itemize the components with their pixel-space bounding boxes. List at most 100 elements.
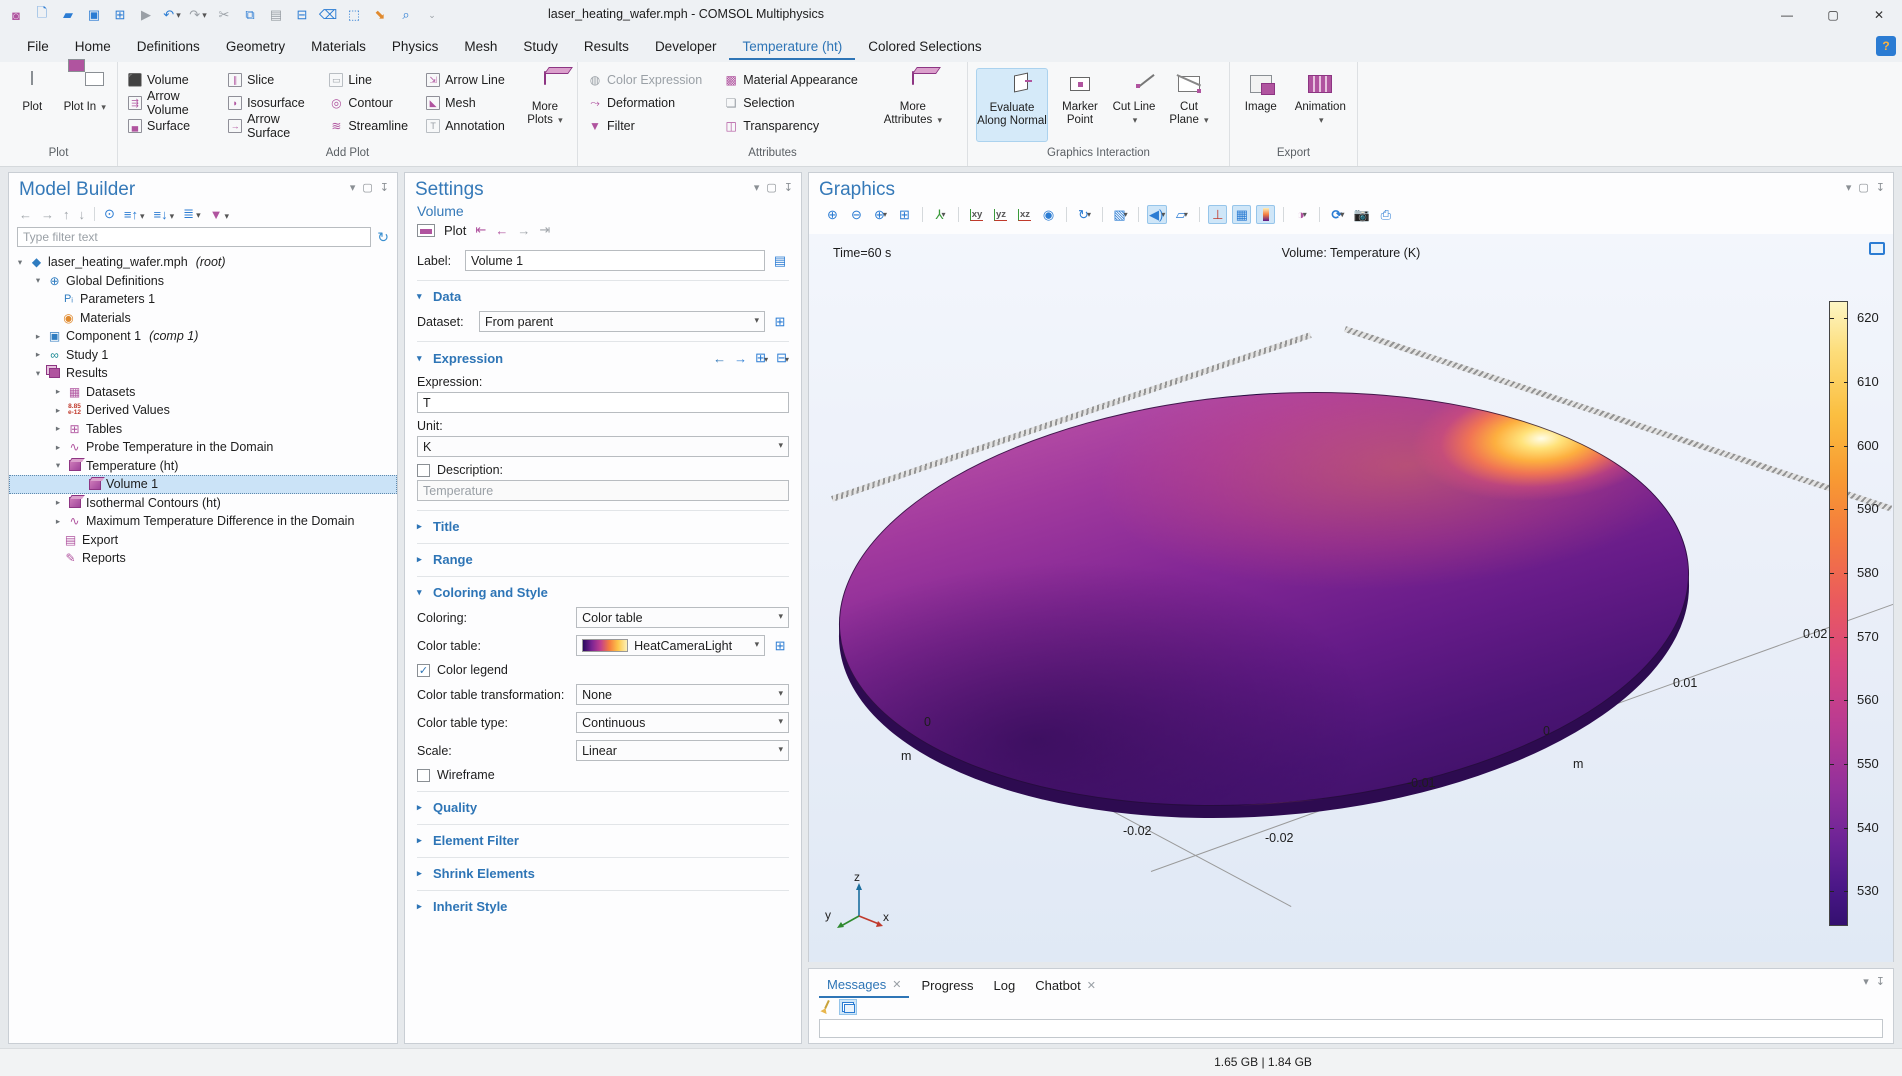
section-coloring-and-style[interactable]: ▾Coloring and Style	[417, 585, 789, 600]
attr-material-appearance[interactable]: ▩Material Appearance	[722, 70, 864, 90]
messages-output-area[interactable]	[819, 1019, 1883, 1038]
marker-point-button[interactable]: Marker Point	[1056, 68, 1104, 142]
section-title[interactable]: ▸Title	[417, 519, 789, 534]
tree-item-results[interactable]: ▾ Results	[9, 364, 397, 383]
refresh-icon[interactable]: ↻	[377, 229, 389, 246]
add-plot-arrow-surface[interactable]: →Arrow Surface	[226, 116, 317, 136]
expr-unit-icon[interactable]: ⊟▾	[776, 350, 789, 366]
transparency-toggle-icon[interactable]: ▱▾	[1172, 205, 1191, 224]
tab-log[interactable]: Log	[986, 974, 1024, 997]
brush-select-icon[interactable]: ⬊	[372, 7, 388, 23]
more-plots-button[interactable]: More Plots ▾	[521, 68, 569, 142]
unit-select[interactable]: K	[417, 436, 789, 457]
add-plot-slice[interactable]: ∥Slice	[226, 70, 317, 90]
chevron-right-icon[interactable]: ▸	[53, 497, 63, 508]
snapshot-icon[interactable]: 📷	[1352, 205, 1371, 224]
add-plot-mesh[interactable]: ◣Mesh	[424, 93, 511, 113]
move-up-icon[interactable]: ↑	[63, 207, 70, 222]
delete-icon[interactable]: ⌫	[320, 7, 336, 23]
scene-appearance-icon[interactable]: ▧▾	[1111, 205, 1130, 224]
expand-all-icon[interactable]: ≡↓▾	[154, 207, 175, 222]
panel-menu-icon[interactable]: ▾	[1846, 181, 1852, 194]
color-table-transformation-select[interactable]: None	[576, 684, 789, 705]
save-icon[interactable]: ▣	[86, 7, 102, 23]
float-panel-icon[interactable]: ▢	[362, 181, 372, 194]
attr-deformation[interactable]: ⤳Deformation	[586, 93, 708, 113]
chevron-right-icon[interactable]: ▸	[33, 349, 43, 360]
save-as-icon[interactable]: ⊞	[112, 7, 128, 23]
camera-projection-icon[interactable]: ◉	[1039, 205, 1058, 224]
dataset-settings-icon[interactable]: ⊞	[771, 313, 789, 331]
tree-item-temperature-ht[interactable]: ▾ Temperature (ht)	[9, 457, 397, 476]
plot-canvas[interactable]: Time=60 s Volume: Temperature (K) 0.02 0…	[809, 234, 1893, 962]
chevron-down-icon[interactable]: ▾	[53, 460, 63, 471]
qat-customize-icon[interactable]: ⌄	[424, 7, 440, 23]
close-tab-icon[interactable]: ✕	[892, 978, 901, 991]
tab-temperature-ht[interactable]: Temperature (ht)	[729, 33, 855, 60]
tab-materials[interactable]: Materials	[298, 33, 379, 60]
paste-icon[interactable]: ▤	[268, 7, 284, 23]
tree-item-component[interactable]: ▸ ▣ Component 1(comp 1)	[9, 327, 397, 346]
coloring-select[interactable]: Color table	[576, 607, 789, 628]
section-shrink-elements[interactable]: ▸Shrink Elements	[417, 866, 789, 881]
tree-item-global-definitions[interactable]: ▾ ⊕ Global Definitions	[9, 272, 397, 291]
tree-item-parameters[interactable]: Pᵢ Parameters 1	[9, 290, 397, 309]
pin-panel-icon[interactable]: ↧	[1876, 181, 1885, 194]
show-icon[interactable]: ⊙	[104, 206, 115, 222]
add-plot-arrow-line[interactable]: ⇲Arrow Line	[424, 70, 511, 90]
pin-panel-icon[interactable]: ↧	[380, 181, 389, 194]
color-table-type-select[interactable]: Continuous	[576, 712, 789, 733]
open-messages-window-icon[interactable]	[839, 999, 857, 1015]
clear-messages-icon[interactable]	[819, 1000, 833, 1014]
zoom-in-icon[interactable]: ⊕	[823, 205, 842, 224]
more-attributes-button[interactable]: More Attributes ▾	[878, 68, 948, 142]
plot-properties-icon[interactable]	[1869, 242, 1885, 255]
expression-input[interactable]	[417, 392, 789, 413]
plot-last-icon[interactable]: ⇥	[539, 222, 550, 238]
chevron-right-icon[interactable]: ▸	[53, 516, 63, 527]
tab-physics[interactable]: Physics	[379, 33, 452, 60]
update-plot-icon[interactable]: ⟳▾	[1328, 205, 1347, 224]
color-legend-checkbox[interactable]: ✓	[417, 664, 430, 677]
tab-mesh[interactable]: Mesh	[451, 33, 510, 60]
chevron-right-icon[interactable]: ▸	[33, 331, 43, 342]
document-icon[interactable]: ▤	[771, 252, 789, 270]
panel-menu-icon[interactable]: ▾	[350, 181, 356, 194]
color-table-settings-icon[interactable]: ⊞	[771, 637, 789, 655]
attr-selection[interactable]: ❏Selection	[722, 93, 864, 113]
tab-study[interactable]: Study	[510, 33, 571, 60]
tree-item-reports[interactable]: ✎ Reports	[9, 549, 397, 568]
close-tab-icon[interactable]: ✕	[1087, 979, 1096, 992]
expr-next-icon[interactable]: →	[734, 351, 747, 366]
view-yz-icon[interactable]: yz	[991, 205, 1010, 224]
view-orientation-icon[interactable]: ⅄▾	[931, 205, 950, 224]
tab-messages[interactable]: Messages✕	[819, 973, 909, 998]
tree-item-study[interactable]: ▸ ∞ Study 1	[9, 346, 397, 365]
redo-icon[interactable]: ↷▾	[190, 7, 206, 23]
tree-item-volume-1[interactable]: Volume 1	[9, 475, 397, 494]
zoom-out-icon[interactable]: ⊖	[847, 205, 866, 224]
tab-colored-selections[interactable]: Colored Selections	[855, 33, 994, 60]
plot-first-icon[interactable]: ⇤	[475, 222, 486, 238]
collapse-all-icon[interactable]: ≡↑▾	[124, 207, 145, 222]
chevron-right-icon[interactable]: ▸	[53, 423, 63, 434]
new-file-icon[interactable]: 🗋	[34, 7, 50, 23]
tree-item-tables[interactable]: ▸ ⊞ Tables	[9, 420, 397, 439]
cut-icon[interactable]: ✂	[216, 7, 232, 23]
tree-item-materials[interactable]: ◉ Materials	[9, 309, 397, 328]
cut-plane-button[interactable]: Cut Plane ▾	[1164, 68, 1214, 142]
tab-file[interactable]: File	[14, 33, 62, 60]
color-table-select[interactable]: HeatCameraLight	[576, 635, 765, 656]
model-tree-nodes-icon[interactable]: ≣▾	[183, 206, 200, 222]
attr-filter[interactable]: ▼Filter	[586, 116, 708, 136]
section-quality[interactable]: ▸Quality	[417, 800, 789, 815]
zoom-box-icon[interactable]: ⊕▾	[871, 205, 890, 224]
description-checkbox[interactable]	[417, 464, 430, 477]
tree-filter-input[interactable]	[17, 227, 371, 247]
section-inherit-style[interactable]: ▸Inherit Style	[417, 899, 789, 914]
print-icon[interactable]: ⎙	[1376, 205, 1395, 224]
wireframe-checkbox[interactable]	[417, 769, 430, 782]
color-theme-icon[interactable]: ◑▾	[1292, 205, 1311, 224]
open-file-icon[interactable]: ▰	[60, 7, 76, 23]
expr-insert-icon[interactable]: ⊞▾	[755, 350, 768, 366]
